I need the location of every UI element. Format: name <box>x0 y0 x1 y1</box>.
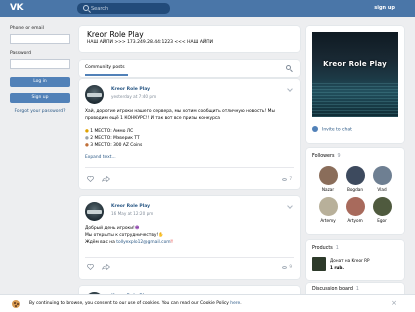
post-text-line: Добрый день игроки! <box>85 226 135 231</box>
active-tab-indicator <box>85 74 128 76</box>
bronze-medal-icon: ● <box>85 142 89 148</box>
avatar <box>318 166 338 185</box>
page-title: Kreor Role Play <box>87 30 144 39</box>
silver-medal-icon: ● <box>85 136 89 142</box>
post-text-line: проводим ещё 1 КОНКУРС!! И так вот все п… <box>85 115 220 121</box>
post: Kreor Role Play yesterday at 7:40 pm Хай… <box>79 79 300 189</box>
devil-emoji-icon: ☻ <box>134 226 140 231</box>
like-icon[interactable] <box>87 264 94 270</box>
avatar <box>372 166 392 185</box>
login-button[interactable]: Log in <box>10 77 70 87</box>
post-text: Добрый день игроки!☻ Мы открыты к сотруд… <box>85 226 295 246</box>
user-icon <box>312 126 318 132</box>
discussion-count: 1 <box>355 287 359 292</box>
products-heading[interactable]: Products 1 <box>312 246 339 251</box>
views-count: 9 <box>282 264 292 269</box>
search-box[interactable] <box>77 3 170 14</box>
invite-to-chat-link[interactable]: Invite to chat <box>312 126 352 133</box>
like-icon[interactable] <box>87 176 94 182</box>
top-navigation-bar: VK sign up <box>0 0 415 17</box>
posts-tab-bar: Community posts <box>79 60 300 77</box>
follower-name: Bogdan <box>347 187 363 192</box>
share-icon[interactable] <box>102 264 110 270</box>
exclamation-emoji-icon: ‼ <box>170 239 173 245</box>
post-text-line: Хай, дорогие игроки нашего сервера, мы х… <box>85 109 275 114</box>
password-label: Password <box>10 51 32 56</box>
product-image[interactable] <box>312 257 326 271</box>
login-panel: Phone or email Password Log in Sign up F… <box>10 26 70 114</box>
post-divider <box>85 167 294 168</box>
post-text-prefix: Ждём вас на <box>85 239 117 245</box>
prize-line: 1 МЕСТО: Аммо ЛС <box>90 129 134 135</box>
cookie-text: By continuing to browse, you consent to … <box>29 301 242 306</box>
cookie-policy-link[interactable]: here <box>230 301 240 306</box>
share-icon[interactable] <box>102 176 110 182</box>
search-icon <box>83 5 89 11</box>
products-block: Products 1 Донат на Kreor RP 1 rub. <box>306 240 404 280</box>
close-icon[interactable]: × <box>391 299 397 307</box>
avatar <box>318 197 338 216</box>
follower-name: Artyom <box>347 218 363 223</box>
followers-heading[interactable]: Followers 9 <box>312 154 341 159</box>
phone-label: Phone or email <box>10 26 44 31</box>
eye-icon <box>282 265 288 269</box>
post: Kreor Role Play 16 May at 12:20 pm Добры… <box>79 196 300 279</box>
tab-community-posts[interactable]: Community posts <box>85 65 125 70</box>
follower-name: Nazar <box>321 187 335 192</box>
avatar <box>345 197 365 216</box>
search-posts-icon[interactable] <box>286 65 291 70</box>
hand-emoji-icon: ✋ <box>158 232 164 238</box>
chevron-down-icon[interactable] <box>287 86 293 92</box>
follower[interactable]: Egor <box>369 197 395 223</box>
chevron-down-icon[interactable] <box>287 203 293 209</box>
follower-name: Egor <box>377 218 387 223</box>
followers-count: 9 <box>337 154 341 159</box>
cookie-icon <box>12 300 20 308</box>
cookie-banner: By continuing to browse, you consent to … <box>0 294 415 312</box>
post-text: Хай, дорогие игроки нашего сервера, мы х… <box>85 109 295 150</box>
top-signup-link[interactable]: sign up <box>374 4 395 13</box>
post-author[interactable]: Kreor Role Play <box>111 87 150 92</box>
expand-text-link[interactable]: Expand text... <box>85 155 116 160</box>
products-count: 1 <box>335 246 339 251</box>
search-input[interactable] <box>91 4 167 13</box>
follower-name: Vlad <box>377 187 387 192</box>
follower[interactable]: Artemy <box>315 197 341 223</box>
community-status: НАШ АЙПИ >>> 173.249.28.44:1223 <<< НАШ … <box>87 40 214 45</box>
discussion-heading[interactable]: Discussion board 1 <box>312 287 359 292</box>
followers-block: Followers 9 Nazar Bogdan Vlad Artemy Arty… <box>306 148 404 234</box>
password-input[interactable] <box>10 59 70 69</box>
follower[interactable]: Vlad <box>369 166 395 192</box>
follower[interactable]: Artyom <box>342 197 368 223</box>
follower[interactable]: Nazar <box>315 166 341 192</box>
gold-medal-icon: ● <box>85 129 89 135</box>
post-date[interactable]: 16 May at 12:20 pm <box>111 211 153 216</box>
avatar <box>372 197 392 216</box>
post-date[interactable]: yesterday at 7:40 pm <box>111 94 156 99</box>
email-link[interactable]: tollyexplo12@gmail.com <box>116 240 170 245</box>
views-count: 7 <box>282 176 292 181</box>
post-text-line: Мы открыты к сотрудничеству! <box>85 232 159 238</box>
avatar <box>345 166 365 185</box>
follower-name: Artemy <box>320 218 336 223</box>
product-price: 1 rub. <box>330 265 345 270</box>
community-cover-image[interactable]: Kreor Role Play <box>312 32 398 117</box>
avatar[interactable] <box>85 202 104 221</box>
cover-title: Kreor Role Play <box>323 60 387 68</box>
forgot-password-link[interactable]: Forgot your password? <box>10 109 70 114</box>
post-author[interactable]: Kreor Role Play <box>111 204 150 209</box>
prize-line: 3 МЕСТО: 300 AZ Coins <box>90 142 143 148</box>
vk-logo[interactable]: VK <box>10 3 24 14</box>
post-divider <box>85 257 294 258</box>
community-cover-card: Kreor Role Play Invite to chat <box>306 26 404 143</box>
prize-line: 2 МЕСТО: Мэверик ТТ <box>90 136 140 142</box>
avatar[interactable] <box>85 85 104 104</box>
community-header: Kreor Role Play НАШ АЙПИ >>> 173.249.28.… <box>79 26 300 52</box>
follower[interactable]: Bogdan <box>342 166 368 192</box>
phone-input[interactable] <box>10 34 70 44</box>
product-name[interactable]: Донат на Kreor RP <box>330 258 370 263</box>
eye-icon <box>282 177 288 181</box>
signup-button[interactable]: Sign up <box>10 93 70 103</box>
